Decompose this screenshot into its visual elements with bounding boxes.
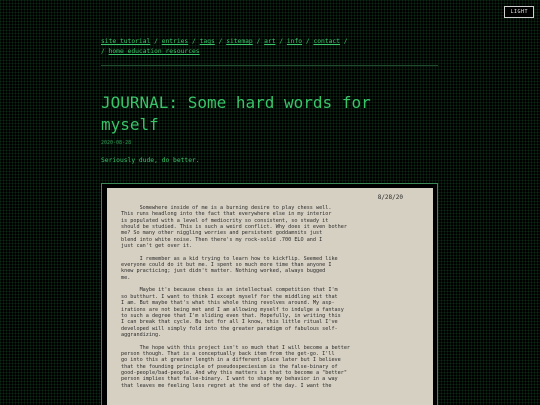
typed-paragraph: I remember as a kid trying to learn how … (121, 255, 338, 281)
nav-link-site-tutorial[interactable]: site tutorial (101, 38, 150, 45)
site-navigation: site tutorial / entries / tags / sitemap… (101, 37, 441, 57)
nav-link-info[interactable]: info (287, 38, 302, 45)
journal-page-scan: 8/28/20 Somewhere inside of me is a burn… (107, 188, 433, 405)
light-mode-toggle-button[interactable]: LIGHT (504, 6, 534, 18)
post-title: JOURNAL: Some hard words for myself (101, 93, 371, 134)
nav-separator: / (256, 38, 265, 45)
typewritten-text: Somewhere inside of me is a burning desi… (121, 205, 407, 395)
nav-separator: / (279, 38, 287, 45)
nav-separator: / (192, 38, 200, 45)
typed-paragraph: Somewhere inside of me is a burning desi… (121, 205, 347, 250)
post-date: 2020-08-28 (101, 140, 132, 146)
nav-separator: / (154, 38, 162, 45)
post-summary: Seriously dude, do better. (101, 157, 200, 164)
nav-link-contact[interactable]: contact (313, 38, 340, 45)
nav-link-art[interactable]: art (264, 38, 275, 45)
journal-page-date: 8/28/20 (377, 194, 403, 201)
header-divider (101, 65, 438, 66)
nav-link-home-education-resources[interactable]: home education resources (109, 48, 200, 55)
typed-paragraph: Maybe it's because chess is an intellect… (121, 287, 344, 338)
nav-link-tags[interactable]: tags (200, 38, 215, 45)
nav-link-entries[interactable]: entries (162, 38, 189, 45)
nav-link-sitemap[interactable]: sitemap (226, 38, 253, 45)
typed-paragraph: The hope with this project isn't so much… (121, 344, 351, 389)
nav-separator: / (343, 38, 348, 45)
nav-separator: / (101, 48, 109, 55)
